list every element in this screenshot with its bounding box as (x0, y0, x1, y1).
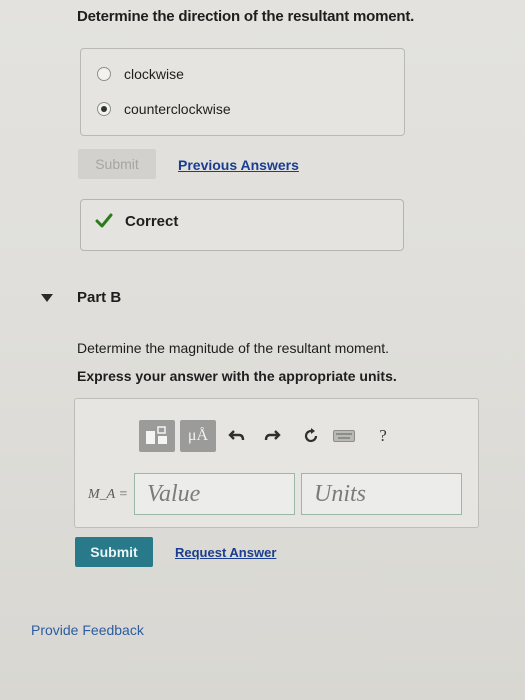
part-b-instruction: Express your answer with the appropriate… (77, 368, 397, 384)
templates-button[interactable] (139, 420, 175, 452)
request-answer-link[interactable]: Request Answer (175, 545, 276, 560)
part-a-submit-button[interactable]: Submit (78, 149, 156, 179)
correct-label: Correct (125, 213, 179, 230)
part-b-title[interactable]: Part B (77, 289, 121, 306)
units-input[interactable]: Units (301, 473, 462, 515)
part-b-submit-button[interactable]: Submit (75, 537, 153, 567)
option-counterclockwise-label: counterclockwise (124, 101, 231, 117)
correct-feedback-box: Correct (80, 199, 404, 251)
page: Determine the direction of the resultant… (0, 0, 525, 700)
templates-icon (146, 426, 167, 444)
part-b-question: Determine the magnitude of the resultant… (77, 340, 390, 356)
undo-icon[interactable] (225, 425, 249, 447)
answer-editor: μÅ ? M_A = Value Units (74, 398, 479, 528)
keyboard-icon[interactable] (331, 425, 357, 447)
collapse-arrow-icon[interactable] (41, 294, 53, 302)
math-toolbar: μÅ ? (139, 420, 461, 452)
option-counterclockwise[interactable]: counterclockwise (97, 99, 231, 119)
part-a-question: Determine the direction of the resultant… (77, 8, 415, 25)
previous-answers-link[interactable]: Previous Answers (178, 157, 299, 173)
value-input[interactable]: Value (134, 473, 295, 515)
units-button[interactable]: μÅ (180, 420, 216, 452)
variable-label: M_A = (88, 487, 128, 502)
option-clockwise-label: clockwise (124, 66, 184, 82)
option-clockwise[interactable]: clockwise (97, 64, 184, 84)
radio-clockwise[interactable] (97, 67, 111, 81)
checkmark-icon (95, 213, 113, 228)
provide-feedback-link[interactable]: Provide Feedback (31, 622, 144, 638)
redo-icon[interactable] (260, 425, 284, 447)
direction-options: clockwise counterclockwise (80, 48, 405, 136)
radio-counterclockwise[interactable] (97, 102, 111, 116)
reset-icon[interactable] (299, 425, 323, 447)
help-icon[interactable]: ? (371, 425, 395, 447)
